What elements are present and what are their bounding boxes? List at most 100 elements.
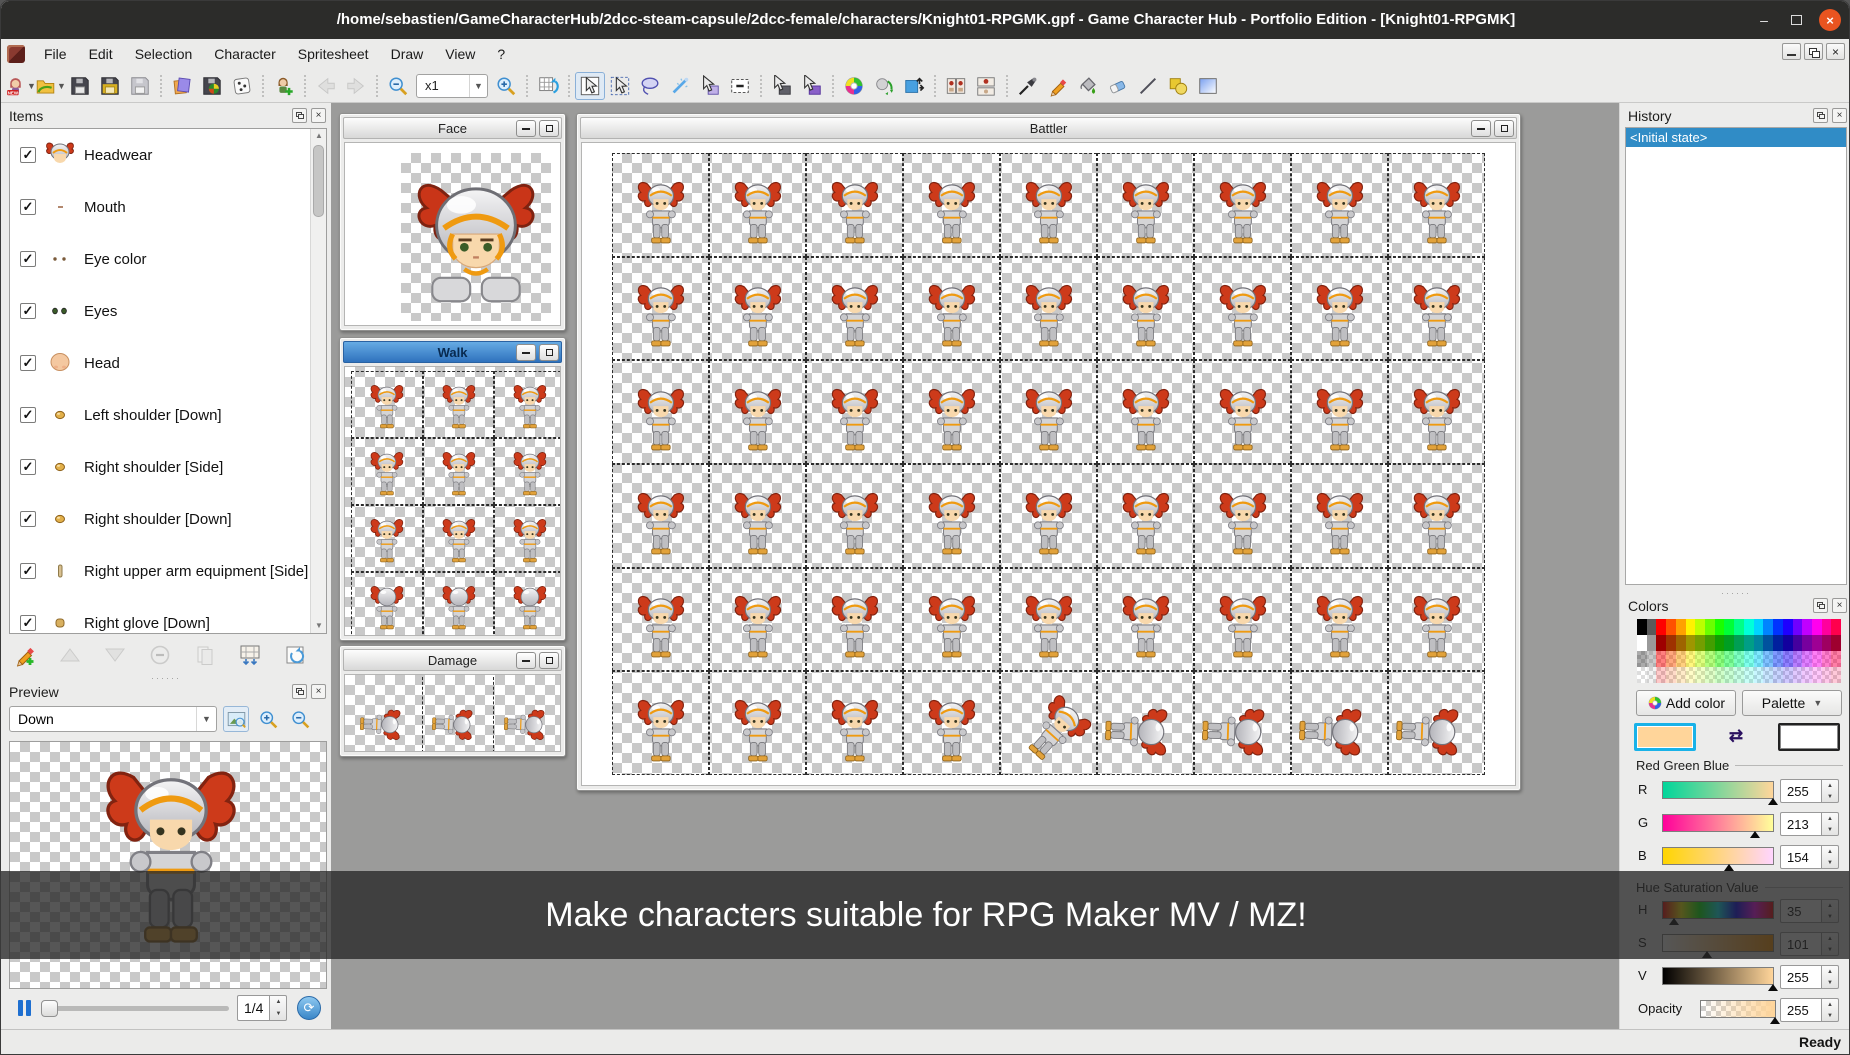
item-checkbox[interactable]: ✓ xyxy=(20,355,36,371)
sprite-cell[interactable] xyxy=(709,153,806,257)
slider-track[interactable] xyxy=(1662,814,1774,832)
item-checkbox[interactable]: ✓ xyxy=(20,615,36,631)
damage-minimize-button[interactable] xyxy=(516,652,536,669)
sprite-cell[interactable] xyxy=(494,505,561,572)
palette-color[interactable] xyxy=(1793,667,1803,683)
palette-dropdown-button[interactable]: Palette ▼ xyxy=(1742,690,1842,716)
sprite-cell[interactable] xyxy=(423,677,495,752)
palette-color[interactable] xyxy=(1744,635,1754,651)
sprite-cell[interactable] xyxy=(1097,153,1194,257)
spinbox-steppers[interactable]: ▲▼ xyxy=(1822,845,1839,869)
face-canvas[interactable] xyxy=(344,142,561,326)
minimize-button[interactable]: – xyxy=(1753,9,1775,31)
title-bar[interactable]: /home/sebastien/GameCharacterHub/2dcc-st… xyxy=(1,1,1850,39)
item-row[interactable]: ✓Right shoulder [Side] xyxy=(10,441,326,493)
palette-color[interactable] xyxy=(1793,619,1803,635)
sprite-cell[interactable] xyxy=(351,677,423,752)
sprite-cell[interactable] xyxy=(351,438,423,505)
palette-color[interactable] xyxy=(1666,667,1676,683)
transform-grid-button[interactable] xyxy=(533,72,563,100)
sprite-cell[interactable] xyxy=(612,153,709,257)
menu-help[interactable]: ? xyxy=(486,39,516,69)
sprite-cell[interactable] xyxy=(903,464,1000,568)
palette-color[interactable] xyxy=(1695,619,1705,635)
palette-color[interactable] xyxy=(1676,651,1686,667)
palette-color[interactable] xyxy=(1676,619,1686,635)
item-row[interactable]: ✓Head xyxy=(10,337,326,389)
item-checkbox[interactable]: ✓ xyxy=(20,563,36,579)
palette-color[interactable] xyxy=(1637,619,1647,635)
move-selection-button[interactable] xyxy=(695,72,725,100)
palette-color[interactable] xyxy=(1637,667,1647,683)
open-button[interactable]: ▼ xyxy=(35,72,65,100)
line-button[interactable] xyxy=(1133,72,1163,100)
palette-color[interactable] xyxy=(1812,635,1822,651)
new-character-button[interactable]: ▼ xyxy=(5,72,35,100)
zoom-out-button[interactable] xyxy=(383,72,413,100)
palette-color[interactable] xyxy=(1831,667,1841,683)
select-tool-button[interactable] xyxy=(575,72,605,100)
secondary-color-swatch[interactable] xyxy=(1778,723,1840,751)
sprite-cell[interactable] xyxy=(1000,257,1097,361)
slider-track[interactable] xyxy=(1662,967,1774,985)
sprite-cell[interactable] xyxy=(423,505,495,572)
sprite-cell[interactable] xyxy=(1388,360,1485,464)
palette-color[interactable] xyxy=(1802,619,1812,635)
primary-color-swatch[interactable] xyxy=(1634,723,1696,751)
palette-color[interactable] xyxy=(1686,635,1696,651)
merge-items-button[interactable] xyxy=(236,641,264,669)
menu-spritesheet[interactable]: Spritesheet xyxy=(287,39,380,69)
import-button[interactable] xyxy=(167,72,197,100)
palette-color[interactable] xyxy=(1744,667,1754,683)
palette-color[interactable] xyxy=(1822,667,1832,683)
palette-color[interactable] xyxy=(1656,667,1666,683)
sprite-cell[interactable] xyxy=(494,371,561,438)
spinbox-steppers[interactable]: ▲▼ xyxy=(1822,812,1839,836)
sprite-cell[interactable] xyxy=(1194,568,1291,672)
preview-background-toggle[interactable] xyxy=(223,706,249,732)
palette-color[interactable] xyxy=(1695,667,1705,683)
menu-selection[interactable]: Selection xyxy=(124,39,204,69)
palette-color[interactable] xyxy=(1637,651,1647,667)
palette-color[interactable] xyxy=(1676,667,1686,683)
walk-canvas[interactable] xyxy=(344,366,561,636)
palette-color[interactable] xyxy=(1822,619,1832,635)
fill-button[interactable] xyxy=(1073,72,1103,100)
item-row[interactable]: ✓Headwear xyxy=(10,129,326,181)
palette-color[interactable] xyxy=(1666,619,1676,635)
sprite-cell[interactable] xyxy=(806,360,903,464)
sprite-cell[interactable] xyxy=(903,257,1000,361)
step-up-icon[interactable]: ▲ xyxy=(1822,846,1838,857)
undo-button[interactable] xyxy=(311,72,341,100)
sprite-cell[interactable] xyxy=(1097,360,1194,464)
palette-color[interactable] xyxy=(1734,619,1744,635)
palette-color[interactable] xyxy=(1724,619,1734,635)
sprite-cell[interactable] xyxy=(612,360,709,464)
palette-color[interactable] xyxy=(1686,667,1696,683)
step-up-icon[interactable]: ▲ xyxy=(1822,813,1838,824)
item-row[interactable]: ✓Eyes xyxy=(10,285,326,337)
face-minimize-button[interactable] xyxy=(516,120,536,137)
palette-color[interactable] xyxy=(1763,619,1773,635)
palette-color[interactable] xyxy=(1831,651,1841,667)
palette-color[interactable] xyxy=(1705,619,1715,635)
palette-color[interactable] xyxy=(1637,635,1647,651)
items-close-button[interactable]: × xyxy=(311,108,326,123)
save-as-button[interactable] xyxy=(95,72,125,100)
battler-minimize-button[interactable] xyxy=(1471,120,1491,137)
item-row[interactable]: ✓Mouth xyxy=(10,181,326,233)
save-all-button[interactable] xyxy=(125,72,155,100)
move-item-up-button[interactable] xyxy=(56,641,84,669)
palette-color[interactable] xyxy=(1705,667,1715,683)
sprite-cell[interactable] xyxy=(1000,671,1097,775)
palette-color[interactable] xyxy=(1724,651,1734,667)
scroll-down-icon[interactable]: ▼ xyxy=(311,619,327,633)
close-button[interactable]: × xyxy=(1819,9,1841,31)
scroll-up-icon[interactable]: ▲ xyxy=(311,129,327,143)
palette-color[interactable] xyxy=(1793,635,1803,651)
sprite-cell[interactable] xyxy=(1388,568,1485,672)
spinbox-steppers[interactable]: ▲▼ xyxy=(1822,965,1839,989)
step-down-icon[interactable]: ▼ xyxy=(1822,791,1838,802)
redo-button[interactable] xyxy=(341,72,371,100)
palette-color[interactable] xyxy=(1783,619,1793,635)
